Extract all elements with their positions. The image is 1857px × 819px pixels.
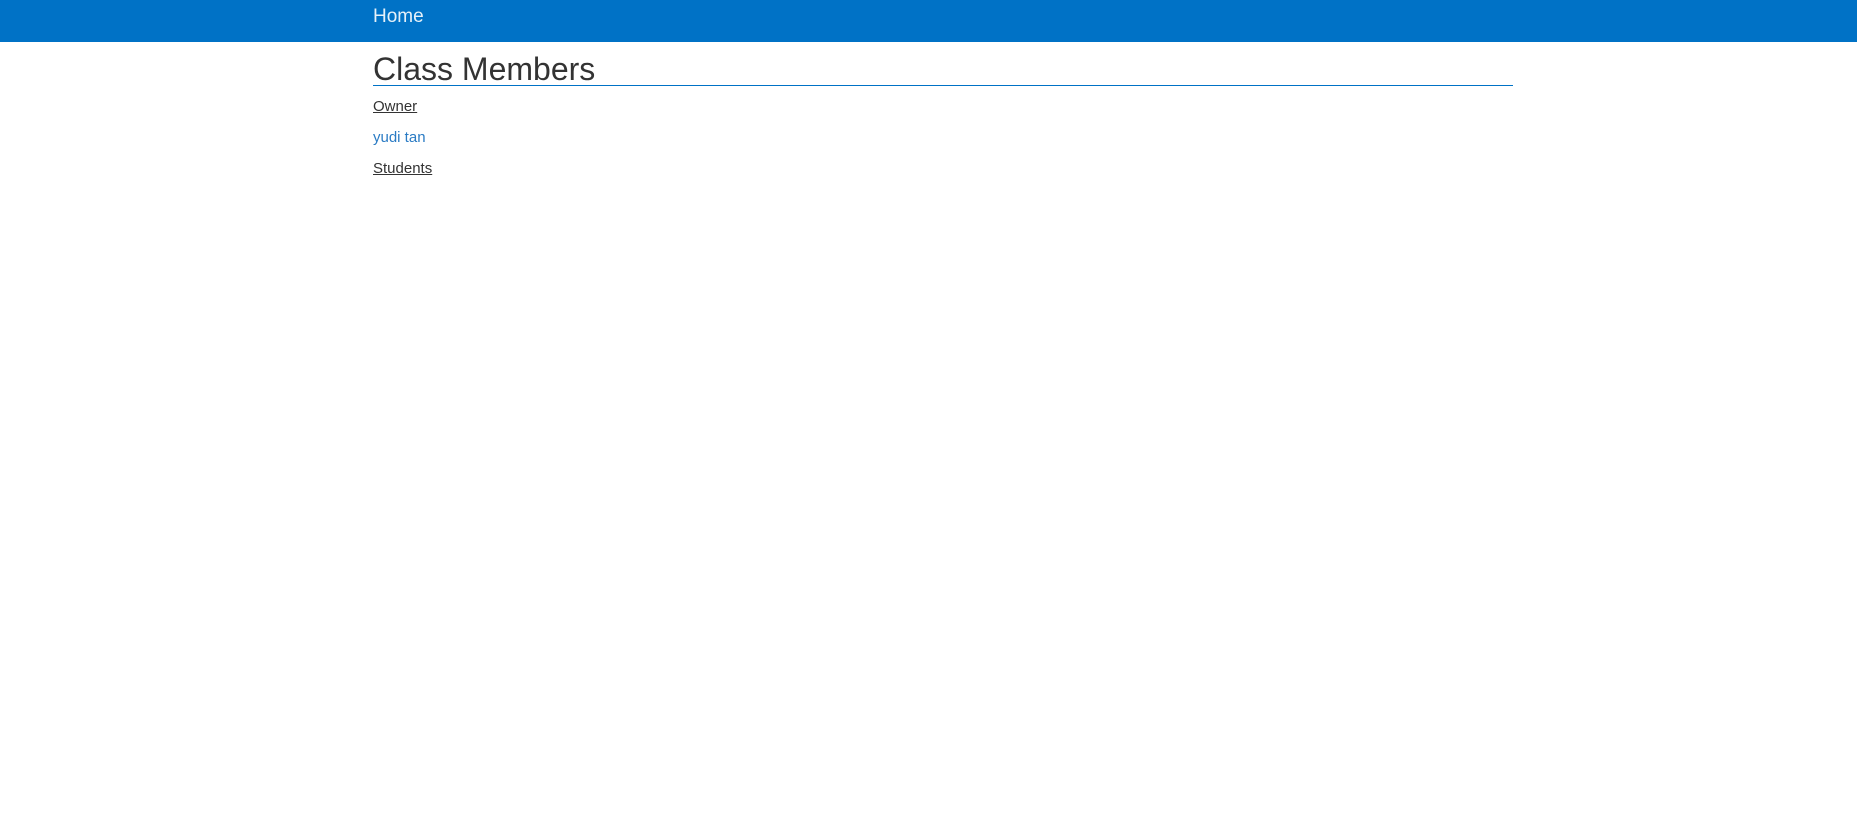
top-navbar: Home bbox=[0, 0, 1857, 42]
owner-section-heading: Owner bbox=[373, 98, 418, 115]
title-divider bbox=[373, 85, 1513, 86]
students-section-heading: Students bbox=[373, 160, 433, 177]
owner-member-link[interactable]: yudi tan bbox=[373, 129, 426, 147]
nav-home-link[interactable]: Home bbox=[373, 6, 424, 28]
page-title: Class Members bbox=[373, 51, 596, 87]
